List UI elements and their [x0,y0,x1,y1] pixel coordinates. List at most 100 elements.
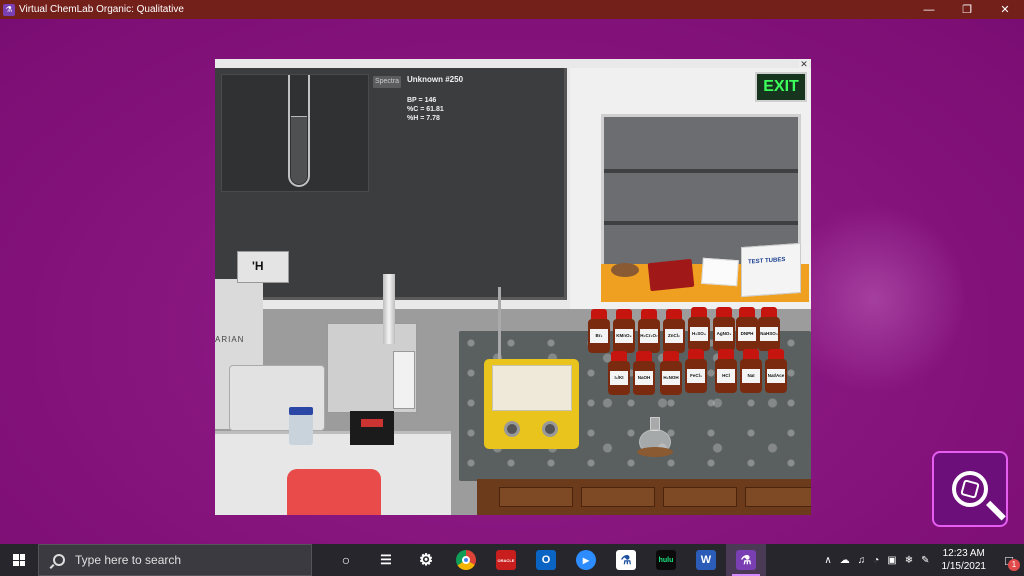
reagent-bottle[interactable]: DNPH [736,307,758,351]
bench-drawers [477,479,811,515]
battery-icon[interactable]: ▣ [883,555,900,566]
prop-hydrogen: %H = 7.78 [407,115,440,122]
prop-carbon: %C = 61.81 [407,106,444,113]
reagent-bottle[interactable]: AgNO₃ [713,307,735,351]
clock[interactable]: 12:23 AM 1/15/2021 [934,547,995,573]
test-tube[interactable] [288,75,310,187]
clipboard-paper[interactable] [701,257,739,287]
lab-book[interactable] [647,258,695,292]
chemlab-button[interactable]: ⚗ [606,544,646,576]
reagent-label: KMnO₄ [615,329,633,343]
hot-plate[interactable] [484,359,579,449]
watch-glass[interactable] [611,263,639,277]
reagent-label: NaOH [635,371,653,385]
clock-date: 1/15/2021 [941,561,987,572]
notification-badge: 1 [1008,559,1020,571]
reagent-label: H₂SO₄ [690,327,708,341]
zoom-button[interactable]: ▶ [566,544,606,576]
windows-icon [13,554,25,566]
chrome-button[interactable] [446,544,486,576]
outlook-button[interactable]: O [526,544,566,576]
reagent-label: HCl [717,369,735,383]
reagent-label: H₂NOH [662,371,680,385]
reagent-bottle[interactable]: H₂Cr₂O₇ [638,309,660,353]
search-icon [53,554,65,566]
reagent-bottle[interactable]: FeCl₃ [685,349,707,393]
reagent-bottle[interactable]: NaI/Ace [765,349,787,393]
volume-icon[interactable]: ♫ [854,555,870,566]
chemlab-active-icon: ⚗ [736,550,756,570]
unknown-title: Unknown #250 [407,75,464,84]
multitask-button[interactable]: ☰ [366,544,406,576]
task-view-icon: ○ [341,552,351,568]
instrument-panel [393,351,415,409]
task-view-button[interactable]: ○ [326,544,366,576]
reagent-bottle[interactable]: KMnO₄ [613,309,635,353]
reagent-bottle[interactable]: H₂SO₄ [688,307,710,351]
system-tray: ∧ ☁ ♫ ◔ ▣ ❄ ✎ 12:23 AM 1/15/2021 □ 1 [820,544,1024,576]
oracle-icon: ORACLE [496,550,516,570]
test-tubes-label: TEST TUBES [748,256,786,266]
reagent-label: H₂Cr₂O₇ [640,329,658,343]
pen-icon[interactable]: ✎ [917,555,933,566]
taskbar: ○ ☰ ⚙ ORACLE O ▶ ⚗ hulu W ⚗ ∧ ☁ ♫ ◔ ▣ ❄ … [0,544,1024,576]
ring-stand [498,287,501,365]
reagent-bottle[interactable]: NaI [740,349,762,393]
reagent-label: NaI [742,369,760,383]
chemlab-active-button[interactable]: ⚗ [726,544,766,576]
minimize-button[interactable]: — [910,0,948,19]
reagent-bottle[interactable]: NaOH [633,351,655,395]
burette-column [383,274,395,344]
lab-window: ✕ Spectra Unknown #250 BP = 146 %C = 61.… [215,59,811,515]
nmr-gauge: 'H [237,251,289,283]
taskbar-search[interactable] [38,544,312,576]
start-button[interactable] [0,544,38,576]
wifi-icon[interactable]: ◔ [869,555,883,566]
title-bar: ⚗ Virtual ChemLab Organic: Qualitative —… [0,0,1024,19]
multitask-icon: ☰ [380,552,392,567]
exit-sign[interactable]: EXIT [755,72,807,102]
show-hidden-icon[interactable]: ∧ [820,555,835,566]
reagent-bottle[interactable]: Br₂ [588,309,610,353]
chemlab-app-icon: ⚗ [3,3,15,16]
reagent-label: I₂/KI [610,371,628,385]
waste-bin[interactable] [287,469,381,515]
reagent-bottle[interactable]: ZnCl₂ [663,309,685,353]
dropbox-icon[interactable]: ❄ [901,555,917,566]
hulu-icon: hulu [656,550,676,570]
reagent-bottle[interactable]: I₂/KI [608,351,630,395]
reagent-label: ZnCl₂ [665,329,683,343]
reagent-bottle[interactable]: HCl [715,349,737,393]
gauge-reading: 'H [252,259,264,273]
test-tube-preview [221,74,369,192]
settings-icon: ⚙ [418,552,434,569]
outlook-icon: O [536,550,556,570]
clock-time: 12:23 AM [942,548,985,559]
test-tubes-box[interactable]: TEST TUBES [741,242,801,298]
notification-button[interactable]: □ 1 [994,544,1024,576]
close-button[interactable]: ✕ [986,0,1024,19]
oracle-button[interactable]: ORACLE [486,544,526,576]
melting-point-apparatus[interactable] [350,411,394,445]
reagent-label: FeCl₃ [687,369,705,383]
reagent-label: AgNO₃ [715,327,733,341]
reagent-label: NaHSO₃ [760,327,778,341]
reagent-bottle[interactable]: H₂NOH [660,351,682,395]
spectra-button[interactable]: Spectra [373,76,401,88]
desktop-glow [784,199,964,399]
flask[interactable] [637,417,673,457]
word-button[interactable]: W [686,544,726,576]
chrome-icon [456,550,476,570]
reagent-bottle[interactable]: NaHSO₃ [758,307,780,351]
onedrive-icon[interactable]: ☁ [836,555,854,566]
unknown-properties: BP = 146 %C = 61.81 %H = 7.78 [407,96,444,123]
search-input[interactable] [75,553,295,567]
sample-jar[interactable] [289,407,313,445]
reagent-label: NaI/Ace [767,369,785,383]
zoom-icon: ▶ [576,550,596,570]
settings-button[interactable]: ⚙ [406,544,446,576]
restore-button[interactable]: ❐ [948,0,986,19]
search-widget-icon[interactable] [932,451,1008,527]
hulu-button[interactable]: hulu [646,544,686,576]
word-icon: W [696,550,716,570]
